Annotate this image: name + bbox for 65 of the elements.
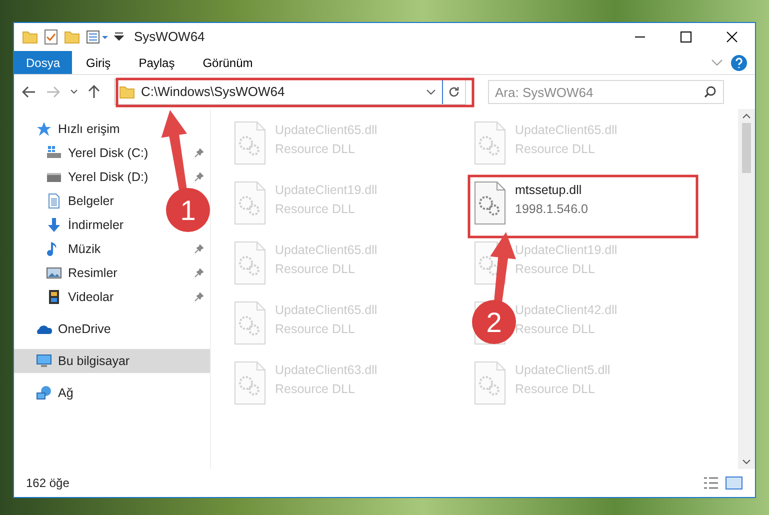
sidebar-item[interactable]: İndirmeler — [68, 216, 124, 234]
sidebar-item[interactable]: Yerel Disk (D:) — [68, 168, 148, 186]
gear-file-icon — [233, 301, 267, 345]
scroll-thumb[interactable] — [742, 123, 751, 173]
expand-ribbon-icon[interactable] — [711, 58, 723, 66]
step-marker: 1 — [166, 188, 210, 232]
dropdown-caret-icon[interactable] — [426, 89, 436, 95]
down-arrow-icon — [46, 217, 62, 233]
scroll-up-icon[interactable] — [742, 113, 751, 119]
window-title: SysWOW64 — [134, 28, 205, 46]
file-name[interactable]: mtssetup.dll — [515, 181, 588, 200]
picture-icon — [46, 265, 62, 281]
item-count: 162 öğe — [26, 475, 70, 492]
folder-icon — [119, 85, 135, 99]
film-icon — [46, 289, 62, 305]
ribbon-tab[interactable]: Paylaş — [124, 51, 189, 74]
gear-file-icon — [233, 361, 267, 405]
address-bar[interactable]: C:\Windows\SysWOW64 — [114, 79, 466, 105]
gear-file-icon — [233, 241, 267, 285]
sidebar-item[interactable]: OneDrive — [58, 320, 111, 338]
star-icon — [36, 121, 52, 137]
sidebar-item[interactable]: Belgeler — [68, 192, 114, 210]
annotation-arrow — [490, 232, 516, 302]
minimize-icon — [634, 36, 646, 38]
monitor-icon — [36, 353, 52, 369]
gear-file-icon — [473, 181, 507, 225]
view-menu-icon[interactable] — [86, 30, 108, 44]
up-icon[interactable] — [88, 85, 100, 99]
search-field[interactable]: Ara: SysWOW64 — [488, 80, 724, 104]
help-icon[interactable] — [731, 54, 747, 70]
address-path: C:\Windows\SysWOW64 — [141, 83, 285, 102]
maximize-icon — [680, 31, 692, 43]
sidebar-item[interactable]: Videolar — [68, 288, 114, 306]
details-view-icon[interactable] — [703, 476, 719, 490]
scrollbar[interactable] — [738, 109, 755, 469]
pin-icon[interactable] — [194, 268, 204, 278]
sidebar-item[interactable]: Bu bilgisayar — [58, 352, 130, 370]
windows-drive-icon — [46, 145, 62, 161]
sidebar-item[interactable]: Ağ — [58, 384, 74, 402]
pin-icon[interactable] — [194, 292, 204, 302]
back-icon[interactable] — [22, 86, 36, 98]
gear-file-icon — [473, 121, 507, 165]
refresh-icon[interactable] — [448, 86, 460, 98]
large-icons-view-icon[interactable] — [725, 476, 743, 490]
gear-file-icon — [233, 181, 267, 225]
customize-caret-icon[interactable] — [114, 32, 124, 42]
ribbon-tab[interactable]: Görünüm — [188, 51, 267, 74]
gear-file-icon — [473, 361, 507, 405]
ribbon-tab[interactable]: Giriş — [72, 51, 125, 74]
pin-icon[interactable] — [194, 244, 204, 254]
file-detail: 1998.1.546.0 — [515, 200, 588, 218]
pin-icon[interactable] — [194, 148, 204, 158]
network-icon — [36, 385, 52, 401]
document-icon — [46, 193, 62, 209]
sidebar-item[interactable]: Resimler — [68, 264, 118, 282]
scroll-down-icon[interactable] — [742, 459, 751, 465]
gear-file-icon — [233, 121, 267, 165]
sidebar-item[interactable]: Hızlı erişim — [58, 120, 120, 138]
pin-icon[interactable] — [194, 172, 204, 182]
recent-caret-icon[interactable] — [70, 89, 78, 95]
sidebar-item[interactable]: Yerel Disk (C:) — [68, 144, 148, 162]
step-marker: 2 — [472, 300, 516, 344]
sidebar-item[interactable]: Müzik — [68, 240, 101, 258]
close-icon — [726, 31, 738, 43]
properties-icon[interactable] — [44, 29, 58, 45]
